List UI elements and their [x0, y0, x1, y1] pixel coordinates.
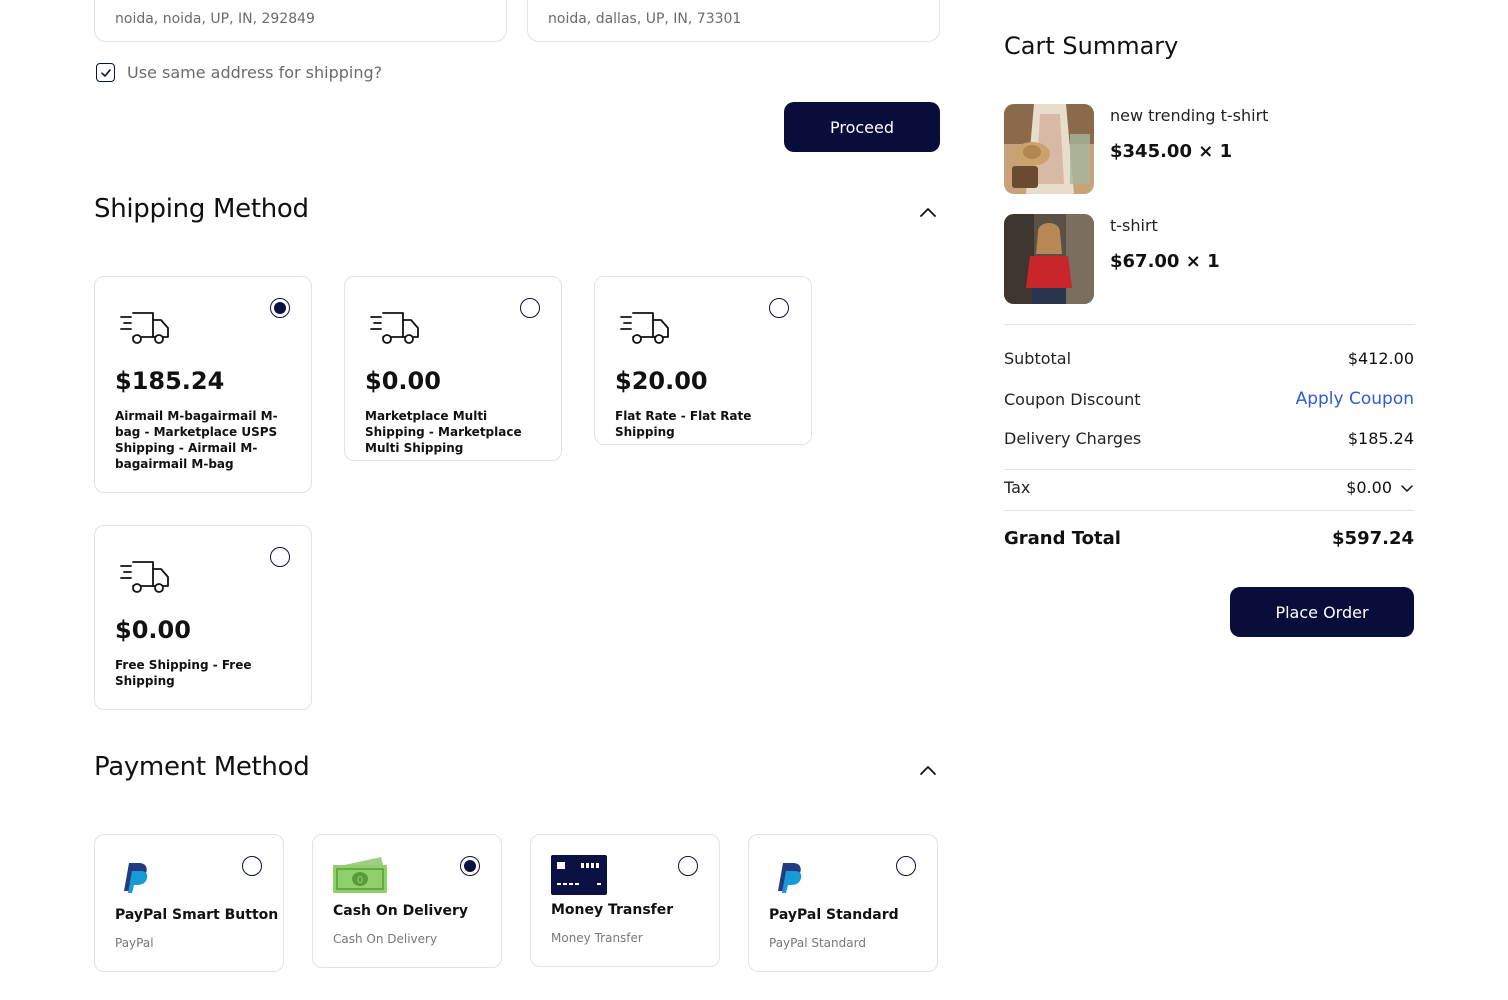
grand-total-label: Grand Total	[1004, 528, 1121, 549]
shipping-option-price: $0.00	[115, 616, 191, 644]
payment-option-title: Money Transfer	[551, 902, 674, 918]
product-image	[1004, 214, 1094, 304]
delivery-truck-icon	[120, 561, 169, 593]
same-address-checkbox[interactable]	[96, 63, 115, 82]
shipping-option-price: $185.24	[115, 367, 225, 395]
tax-row[interactable]: Tax $0.00	[1004, 478, 1414, 497]
delivery-label: Delivery Charges	[1004, 429, 1142, 448]
proceed-button[interactable]: Proceed	[784, 102, 940, 152]
product-thumbnail[interactable]	[1004, 214, 1094, 304]
payment-option-card[interactable]: PayPal Standard PayPal Standard	[748, 834, 938, 972]
shipping-option-radio[interactable]	[270, 298, 290, 318]
shipping-address-box[interactable]: noida, dallas, UP, IN, 73301	[527, 0, 940, 42]
payment-option-card[interactable]: PayPal Smart Button PayPal	[94, 834, 284, 972]
card-icon	[551, 855, 607, 895]
cart-item-name[interactable]: new trending t-shirt	[1110, 106, 1268, 125]
shipping-option-radio[interactable]	[769, 298, 789, 318]
tax-label: Tax	[1004, 478, 1031, 497]
chevron-up-icon[interactable]	[919, 206, 937, 218]
billing-address-box[interactable]: noida, noida, UP, IN, 292849	[94, 0, 507, 42]
summary-divider	[1004, 324, 1414, 325]
same-address-label: Use same address for shipping?	[127, 63, 383, 82]
billing-address-text: noida, noida, UP, IN, 292849	[115, 11, 315, 27]
delivery-value: $185.24	[1347, 429, 1414, 448]
shipping-address-text: noida, dallas, UP, IN, 73301	[548, 11, 742, 27]
grand-total-value: $597.24	[1332, 528, 1414, 549]
subtotal-row: Subtotal $412.00	[1004, 349, 1414, 368]
product-thumbnail[interactable]	[1004, 104, 1094, 194]
same-address-option[interactable]: Use same address for shipping?	[96, 63, 382, 82]
place-order-button[interactable]: Place Order	[1230, 587, 1414, 637]
shipping-option-price: $20.00	[615, 367, 708, 395]
chevron-up-icon[interactable]	[919, 764, 937, 776]
product-image	[1004, 104, 1094, 194]
shipping-option-description: Airmail M-bagairmail M-bag - Marketplace…	[115, 409, 278, 471]
grand-total-row: Grand Total $597.24	[1004, 528, 1414, 549]
shipping-option-card[interactable]: $185.24 Airmail M-bagairmail M-bag - Mar…	[94, 276, 312, 493]
paypal-icon	[778, 863, 802, 893]
payment-option-radio[interactable]	[678, 856, 698, 876]
shipping-option-card[interactable]: $0.00 Free Shipping - Free Shipping	[94, 525, 312, 710]
payment-option-title: Cash On Delivery	[333, 903, 469, 919]
delivery-truck-icon	[620, 312, 669, 344]
cash-icon: 0	[333, 857, 387, 893]
shipping-option-radio[interactable]	[270, 547, 290, 567]
payment-option-radio[interactable]	[460, 856, 480, 876]
tax-toggle[interactable]: $0.00	[1346, 478, 1414, 497]
cart-item-price: $67.00 × 1	[1110, 251, 1220, 272]
payment-option-title: PayPal Smart Button	[115, 907, 279, 923]
coupon-row: Coupon Discount Apply Coupon	[1004, 389, 1414, 409]
payment-option-card[interactable]: 0 Cash On Delivery Cash On Delivery	[312, 834, 502, 968]
delivery-truck-icon	[370, 312, 419, 344]
summary-divider	[1004, 469, 1414, 470]
summary-divider	[1004, 510, 1414, 511]
shipping-method-title: Shipping Method	[94, 194, 309, 224]
cart-summary-title: Cart Summary	[1004, 32, 1179, 60]
shipping-option-price: $0.00	[365, 367, 441, 395]
subtotal-label: Subtotal	[1004, 349, 1072, 368]
shipping-option-card[interactable]: $20.00 Flat Rate - Flat Rate Shipping	[594, 276, 812, 445]
payment-method-title: Payment Method	[94, 752, 310, 782]
apply-coupon-link[interactable]: Apply Coupon	[1296, 389, 1414, 409]
tax-value: $0.00	[1346, 478, 1392, 497]
payment-option-title: PayPal Standard	[769, 907, 899, 923]
shipping-option-radio[interactable]	[520, 298, 540, 318]
delivery-truck-icon	[120, 312, 169, 344]
payment-option-subtitle: PayPal Standard	[769, 936, 866, 950]
payment-option-subtitle: PayPal	[115, 936, 154, 950]
cart-item-price: $345.00 × 1	[1110, 141, 1233, 162]
svg-text:0: 0	[357, 875, 363, 886]
payment-option-radio[interactable]	[896, 856, 916, 876]
shipping-option-description: Free Shipping - Free Shipping	[115, 658, 252, 688]
coupon-label: Coupon Discount	[1004, 389, 1141, 409]
shipping-option-description: Marketplace Multi Shipping - Marketplace…	[365, 409, 522, 455]
chevron-down-icon[interactable]	[1400, 483, 1414, 493]
paypal-icon	[124, 863, 148, 893]
payment-option-radio[interactable]	[242, 856, 262, 876]
shipping-option-description: Flat Rate - Flat Rate Shipping	[615, 409, 752, 439]
payment-option-subtitle: Cash On Delivery	[333, 932, 438, 946]
payment-option-subtitle: Money Transfer	[551, 931, 643, 945]
delivery-row: Delivery Charges $185.24	[1004, 429, 1414, 448]
cart-item-name[interactable]: t-shirt	[1110, 216, 1158, 235]
subtotal-value: $412.00	[1347, 349, 1414, 368]
shipping-option-card[interactable]: $0.00 Marketplace Multi Shipping - Marke…	[344, 276, 562, 461]
payment-option-card[interactable]: Money Transfer Money Transfer	[530, 834, 720, 967]
checkmark-icon	[100, 68, 111, 77]
